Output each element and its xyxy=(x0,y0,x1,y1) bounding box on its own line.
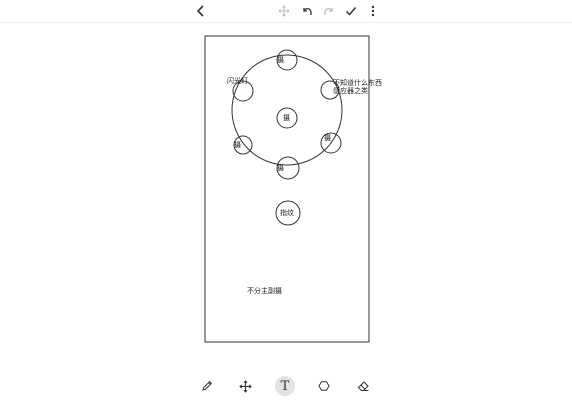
drawing-canvas[interactable]: 闪光灯 不知道什么东西 感应器之类 摄 摄 摄 摄 摄 指纹 不分主副摄 xyxy=(0,22,572,372)
tool-pen-button[interactable] xyxy=(197,376,217,396)
camera-module-ring[interactable] xyxy=(231,54,343,166)
tool-move-button[interactable] xyxy=(235,376,255,396)
confirm-button[interactable] xyxy=(342,2,360,20)
back-button[interactable] xyxy=(192,2,210,20)
label-bottom-camera[interactable]: 摄 xyxy=(277,164,284,172)
label-fingerprint[interactable]: 指纹 xyxy=(280,209,294,217)
label-sensor-line2[interactable]: 感应器之类 xyxy=(333,87,368,95)
hexagon-icon xyxy=(318,381,330,391)
move-arrows-icon xyxy=(238,379,252,393)
move-canvas-button[interactable] xyxy=(275,2,293,20)
label-right-camera[interactable]: 摄 xyxy=(324,134,331,142)
sketch-layer xyxy=(204,35,370,343)
check-icon xyxy=(345,7,357,16)
label-flash[interactable]: 闪光灯 xyxy=(227,77,248,85)
redo-icon xyxy=(324,8,333,15)
eraser-icon xyxy=(357,381,369,391)
text-icon: T xyxy=(280,378,290,394)
tool-text-button[interactable]: T xyxy=(275,376,295,396)
tool-eraser-button[interactable] xyxy=(353,376,373,396)
label-center-camera[interactable]: 摄 xyxy=(283,114,290,122)
top-toolbar xyxy=(0,0,572,23)
label-top-camera[interactable]: 摄 xyxy=(277,56,284,64)
tool-shape-button[interactable] xyxy=(314,376,334,396)
label-sensor-line1[interactable]: 不知道什么东西 xyxy=(333,79,382,87)
more-button[interactable] xyxy=(364,2,382,20)
undo-button[interactable] xyxy=(298,2,316,20)
redo-button[interactable] xyxy=(320,2,338,20)
pen-icon xyxy=(202,380,213,391)
bottom-toolbar: T xyxy=(0,372,572,400)
undo-icon xyxy=(303,8,312,15)
more-vertical-icon xyxy=(371,5,375,17)
label-note[interactable]: 不分主副摄 xyxy=(247,287,282,295)
chevron-left-icon xyxy=(196,5,204,17)
label-left-camera[interactable]: 摄 xyxy=(234,141,241,149)
move-arrows-icon xyxy=(278,5,290,17)
